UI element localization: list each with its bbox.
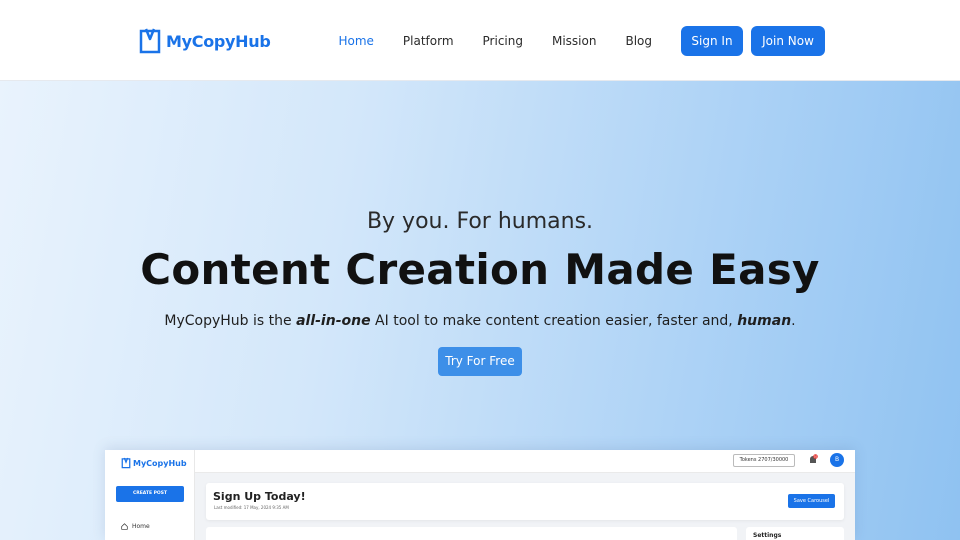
nav-platform[interactable]: Platform xyxy=(403,26,454,56)
preview-signup-card: Sign Up Today! Last modified: 17 May, 20… xyxy=(206,483,844,520)
preview-settings-label: Settings xyxy=(753,532,782,539)
hero-tagline: By you. For humans. xyxy=(366,209,594,234)
preview-card-title: Sign Up Today! xyxy=(213,490,306,503)
hero-description: MyCopyHub is the all-in-one AI tool to m… xyxy=(0,313,960,329)
join-now-button[interactable]: Join Now xyxy=(751,26,825,56)
home-icon xyxy=(121,523,128,530)
hero-description-emphasis-1: all-in-one xyxy=(296,313,371,329)
hero-description-mid: AI tool to make content creation easier,… xyxy=(370,313,738,329)
preview-tokens-badge: Tokens 2707/30000 xyxy=(733,454,795,467)
preview-sidebar-home-label: Home xyxy=(132,523,150,530)
preview-sidebar-home: Home xyxy=(121,523,150,530)
notification-count: 10 xyxy=(814,455,818,459)
preview-logo: MyCopyHub xyxy=(121,457,187,469)
try-for-free-button[interactable]: Try For Free xyxy=(438,347,522,376)
hero-description-post: . xyxy=(791,313,796,329)
preview-save-button: Save Carousel xyxy=(788,494,835,508)
nav-pricing[interactable]: Pricing xyxy=(483,26,523,56)
preview-editor-panel xyxy=(206,527,737,540)
hero-description-emphasis-2: human xyxy=(737,313,792,329)
nav-home[interactable]: Home xyxy=(338,26,373,56)
preview-topbar: Tokens 2707/30000 10 B xyxy=(195,450,855,473)
preview-brand-name: MyCopyHub xyxy=(133,458,187,468)
preview-sidebar: MyCopyHub CREATE POST Home xyxy=(105,450,195,540)
site-header: MyCopyHub Home Platform Pricing Mission … xyxy=(0,0,960,81)
logo-icon xyxy=(139,28,161,54)
app-preview: MyCopyHub CREATE POST Home Tokens 2707/3… xyxy=(105,450,855,540)
preview-card-meta: Last modified: 17 May, 2024 9:35 AM xyxy=(214,505,289,510)
main-nav: Home Platform Pricing Mission Blog Sign … xyxy=(338,26,825,56)
brand-name: MyCopyHub xyxy=(166,31,271,51)
brand-logo[interactable]: MyCopyHub xyxy=(138,27,271,55)
preview-avatar: B xyxy=(830,453,844,467)
preview-settings-panel: Settings xyxy=(746,527,844,540)
notification-icon: 10 xyxy=(810,454,818,463)
nav-mission[interactable]: Mission xyxy=(552,26,596,56)
hero-headline: Content Creation Made Easy xyxy=(140,245,820,294)
sign-in-button[interactable]: Sign In xyxy=(681,26,743,56)
preview-create-post-button: CREATE POST xyxy=(116,486,184,502)
preview-logo-icon xyxy=(121,457,131,469)
hero-description-pre: MyCopyHub is the xyxy=(164,313,297,329)
nav-blog[interactable]: Blog xyxy=(625,26,652,56)
